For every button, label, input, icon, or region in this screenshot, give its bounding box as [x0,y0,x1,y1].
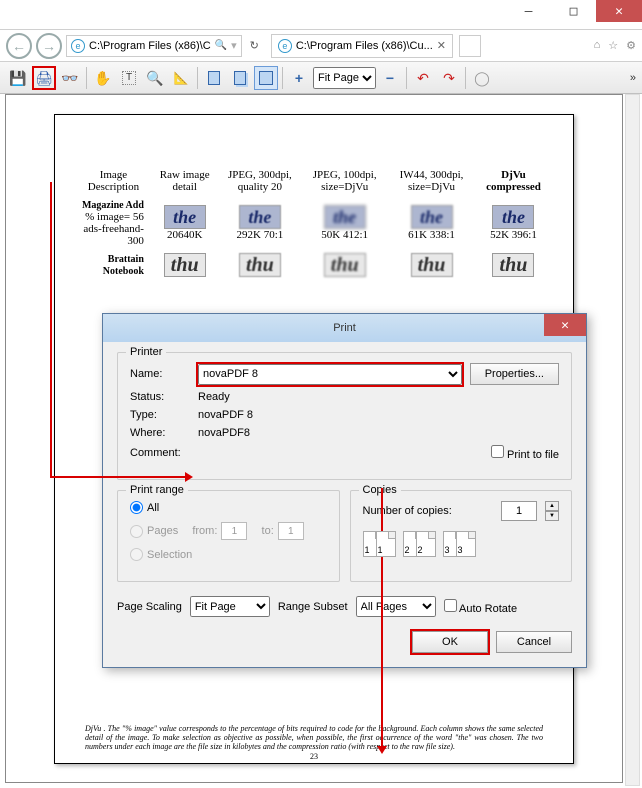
rotate-left-button[interactable]: ↶ [411,66,435,90]
where-label: Where: [130,427,190,439]
dialog-title: Print [333,322,356,334]
copies-group-label: Copies [359,484,401,496]
zoom-tool[interactable]: 🔍 [143,66,167,90]
pan-tool[interactable]: ✋ [91,66,115,90]
toolbar-overflow[interactable]: » [630,72,636,84]
ncopies-label: Number of copies: [363,505,452,517]
rotate-right-button[interactable]: ↷ [437,66,461,90]
range-subset-select[interactable]: All Pages [356,596,436,617]
forward-button[interactable]: → [36,33,62,59]
tab-title: C:\Program Files (x86)\Cu... [296,40,433,52]
find-button[interactable]: 👓 [58,66,82,90]
zoom-out-button[interactable]: − [378,66,402,90]
print-button[interactable]: 🖨 [32,66,56,90]
ncopies-spinner[interactable]: ▲▼ [545,501,559,521]
layout-facing[interactable] [254,66,278,90]
page-number: 23 [55,752,573,761]
th: JPEG, 300dpi, quality 20 [220,167,301,195]
properties-button[interactable]: Properties... [470,363,559,385]
printer-name-select[interactable]: novaPDF 8 [198,364,462,385]
where-value: novaPDF8 [198,427,250,439]
zoom-in-button[interactable]: + [287,66,311,90]
range-selection-radio[interactable]: Selection [130,548,327,561]
auto-rotate-checkbox[interactable]: Auto Rotate [444,599,518,615]
options-button[interactable]: ◯ [470,66,494,90]
comment-label: Comment: [130,447,190,459]
settings-icon[interactable]: ⚙ [626,39,636,52]
page-footer: DjVu . The "% image" value corresponds t… [85,724,543,751]
th: Raw image detail [152,167,218,195]
layout-single[interactable] [202,66,226,90]
ie-icon: e [71,39,85,53]
page-scaling-select[interactable]: Fit Page [190,596,270,617]
range-group-label: Print range [126,484,188,496]
th: JPEG, 100dpi, size=DjVu [302,167,387,195]
address-bar[interactable]: e C:\Program Files (x86)\C 🔍 ▾ [66,35,242,57]
refresh-button[interactable]: ↻ [250,39,259,52]
th: Image Description [77,167,150,195]
type-label: Type: [130,409,190,421]
th: IW44, 300dpi, size=DjVu [389,167,474,195]
new-tab-button[interactable] [459,35,481,57]
zoom-select[interactable]: Fit Page [313,67,376,89]
range-all-radio[interactable]: All [130,501,327,514]
layout-continuous[interactable] [228,66,252,90]
range-pages-radio[interactable]: Pages from: 1 to: 1 [130,522,327,540]
range-subset-label: Range Subset [278,601,348,613]
ncopies-input[interactable] [501,501,537,521]
collate-preview: 11 22 33 [363,531,560,557]
status-value: Ready [198,391,230,403]
print-dialog: Print ✕ Printer Name: novaPDF 8 Properti… [102,313,587,668]
dialog-close-button[interactable]: ✕ [544,314,586,336]
cancel-button[interactable]: Cancel [496,631,572,653]
address-text: C:\Program Files (x86)\C [89,40,211,52]
vertical-scrollbar[interactable] [625,94,640,786]
measure-tool[interactable]: 📐 [169,66,193,90]
name-label: Name: [130,368,190,380]
window-close-button[interactable]: ✕ [596,0,642,22]
page-scaling-label: Page Scaling [117,601,182,613]
text-select-tool[interactable]: T [117,66,141,90]
status-label: Status: [130,391,190,403]
tab-close-button[interactable]: ✕ [437,39,446,52]
ie-icon: e [278,39,292,53]
favorites-icon[interactable]: ☆ [608,39,618,52]
printer-group-label: Printer [126,346,166,358]
home-icon[interactable]: ⌂ [594,39,601,52]
ok-button[interactable]: OK [412,631,488,653]
type-value: novaPDF 8 [198,409,253,421]
save-button[interactable]: 💾 [6,66,30,90]
print-to-file-checkbox[interactable]: Print to file [491,445,559,461]
browser-tab[interactable]: e C:\Program Files (x86)\Cu... ✕ [271,34,453,58]
window-max-button[interactable]: □ [551,0,596,22]
back-button[interactable]: ← [6,33,32,59]
search-icon[interactable]: 🔍 [215,40,227,51]
th: DjVu compressed [476,167,551,195]
window-min-button[interactable]: — [506,0,551,22]
